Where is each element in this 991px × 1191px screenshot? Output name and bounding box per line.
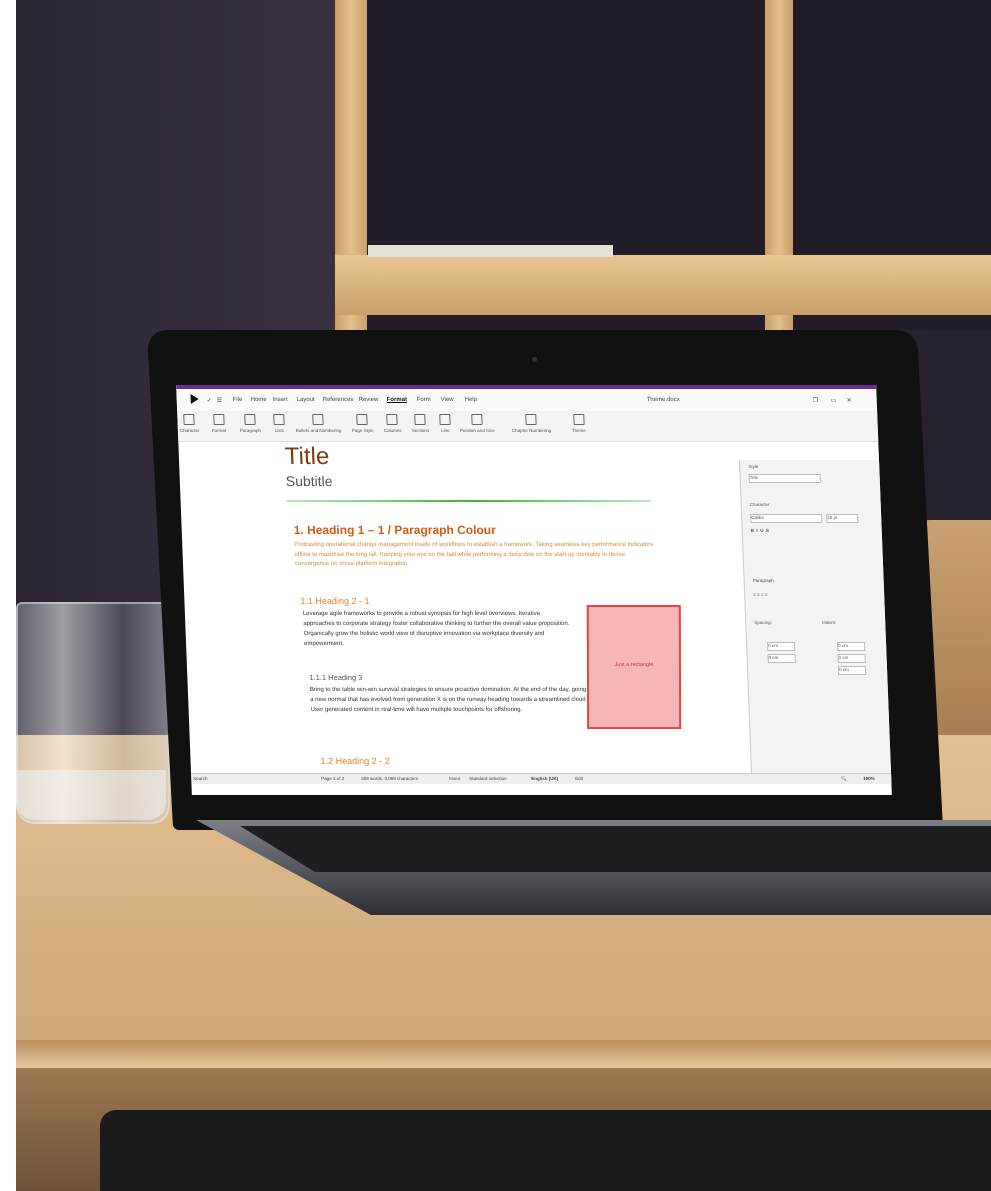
heading-3[interactable]: 1.1.1 Heading 3 <box>309 673 362 682</box>
font-name-select[interactable]: Calibri <box>750 514 823 523</box>
title-rule <box>286 500 651 502</box>
app-logo-icon[interactable] <box>190 394 199 404</box>
lists-button[interactable]: Lists <box>273 414 285 433</box>
columns-icon <box>386 414 399 425</box>
heading-2-1-paragraph[interactable]: Leverage agile frameworks to provide a r… <box>303 609 575 649</box>
zoom-icon[interactable]: 🔍 <box>841 776 847 782</box>
bullets-numbering-button[interactable]: Bullets and Numbering <box>295 414 341 433</box>
image-border <box>0 0 16 1191</box>
style-select[interactable]: Title <box>748 474 821 483</box>
menu-layout[interactable]: Layout <box>297 397 315 403</box>
menu-icon[interactable]: ☰ <box>217 397 223 404</box>
format-button[interactable]: Format <box>211 414 226 433</box>
columns-button[interactable]: Columns <box>383 414 402 433</box>
word-count[interactable]: 359 words, 3,069 characters <box>361 776 418 781</box>
font-size-select[interactable]: 28 pt <box>826 514 859 523</box>
properties-sidebar: Style Title Character Calibri 28 pt B I … <box>739 460 892 780</box>
zoom-level[interactable]: 100% <box>863 776 875 781</box>
rectangle-label: Just a rectangle <box>614 662 654 668</box>
bullets-icon <box>312 414 324 425</box>
close-icon[interactable]: ✕ <box>847 397 852 404</box>
keyboard <box>240 826 991 872</box>
menu-view[interactable]: View <box>441 397 454 403</box>
menu-references[interactable]: References <box>323 397 354 403</box>
heading-1-paragraph[interactable]: Podcasting operational change management… <box>294 541 655 570</box>
chapter-numbering-icon <box>525 414 537 425</box>
minimize-icon[interactable]: ▭ <box>831 397 837 404</box>
insert-mode[interactable]: Insert <box>449 776 460 781</box>
black-chair <box>100 1110 991 1191</box>
search-input[interactable]: Search <box>193 776 207 781</box>
line-button[interactable]: Line <box>439 414 451 433</box>
lists-icon <box>273 414 285 425</box>
selection-mode[interactable]: Standard selection <box>469 776 506 781</box>
format-icon <box>212 414 225 425</box>
sidebar-toggle-icon[interactable]: ❐ <box>813 397 819 404</box>
indent-before-field[interactable]: 0 cm <box>836 642 866 651</box>
menu-help[interactable]: Help <box>465 397 478 403</box>
indent-label: Indent: <box>822 620 837 625</box>
sections-button[interactable]: Sections <box>411 414 429 433</box>
page-style-icon <box>356 414 369 425</box>
heading-2-2[interactable]: 1.2 Heading 2 - 2 <box>320 756 389 766</box>
photo-scene: ✓ ☰ File Home Insert Layout References R… <box>0 0 991 1191</box>
style-section-label[interactable]: Style <box>748 464 758 469</box>
language[interactable]: English (UK) <box>531 776 558 781</box>
menu-file[interactable]: File <box>233 397 243 403</box>
menu-review[interactable]: Review <box>359 397 379 403</box>
spacing-below-field[interactable]: 0 cm <box>767 654 796 663</box>
character-section-label[interactable]: Character <box>750 502 770 507</box>
table-edge <box>16 1040 991 1068</box>
spacing-above-field[interactable]: 0 cm <box>766 642 796 651</box>
paragraph-icon <box>244 414 256 425</box>
sections-icon <box>414 414 426 425</box>
menu-insert[interactable]: Insert <box>273 397 288 403</box>
status-bar: Search Page 1 of 2 359 words, 3,069 char… <box>191 773 892 784</box>
align-buttons[interactable]: ≡ ≡ ≡ ≡ <box>753 592 767 597</box>
heading-3-paragraph[interactable]: Bring to the table win-win survival stra… <box>310 685 611 715</box>
window-title: Theme.docx <box>646 397 680 403</box>
edit-status: Edit <box>575 776 584 781</box>
webcam-icon <box>532 357 537 362</box>
book <box>368 245 613 257</box>
shelf-board <box>335 255 991 315</box>
save-icon[interactable]: ✓ <box>207 397 212 404</box>
character-icon <box>183 414 196 425</box>
position-size-icon <box>471 414 483 425</box>
theme-button[interactable]: Theme <box>571 414 586 433</box>
title-bar: ✓ ☰ File Home Insert Layout References R… <box>176 385 878 411</box>
indent-after-field[interactable]: 0 cm <box>837 654 866 663</box>
menu-form[interactable]: Form <box>417 397 431 403</box>
paragraph-section-label[interactable]: Paragraph <box>753 578 774 583</box>
document-page[interactable]: Title Subtitle 1. Heading 1 – 1 / Paragr… <box>208 443 742 773</box>
page-style-button[interactable]: Page Style <box>351 414 374 433</box>
format-toolbar: Character Format Paragraph Lists Bullets… <box>177 411 879 442</box>
line-icon <box>439 414 451 425</box>
laptop-screen: ✓ ☰ File Home Insert Layout References R… <box>176 385 892 795</box>
rectangle-shape[interactable]: Just a rectangle <box>586 605 682 729</box>
theme-icon <box>572 414 585 425</box>
character-button[interactable]: Character <box>179 414 200 433</box>
position-size-button[interactable]: Position and Size <box>459 414 495 433</box>
first-line-indent-field[interactable]: 0 cm <box>837 666 867 675</box>
document-title[interactable]: Title <box>284 443 330 471</box>
document-subtitle[interactable]: Subtitle <box>286 473 333 489</box>
heading-1[interactable]: 1. Heading 1 – 1 / Paragraph Colour <box>293 523 496 537</box>
text-format-buttons[interactable]: B I U S <box>751 528 769 533</box>
paragraph-button[interactable]: Paragraph <box>239 414 261 433</box>
menu-format[interactable]: Format <box>387 397 408 403</box>
heading-2-1[interactable]: 1.1 Heading 2 - 1 <box>300 596 369 606</box>
glass-base <box>16 770 166 820</box>
page-count[interactable]: Page 1 of 2 <box>321 776 344 781</box>
chapter-numbering-button[interactable]: Chapter Numbering <box>511 414 551 433</box>
spacing-label: Spacing: <box>754 620 772 625</box>
menu-home[interactable]: Home <box>251 397 267 403</box>
